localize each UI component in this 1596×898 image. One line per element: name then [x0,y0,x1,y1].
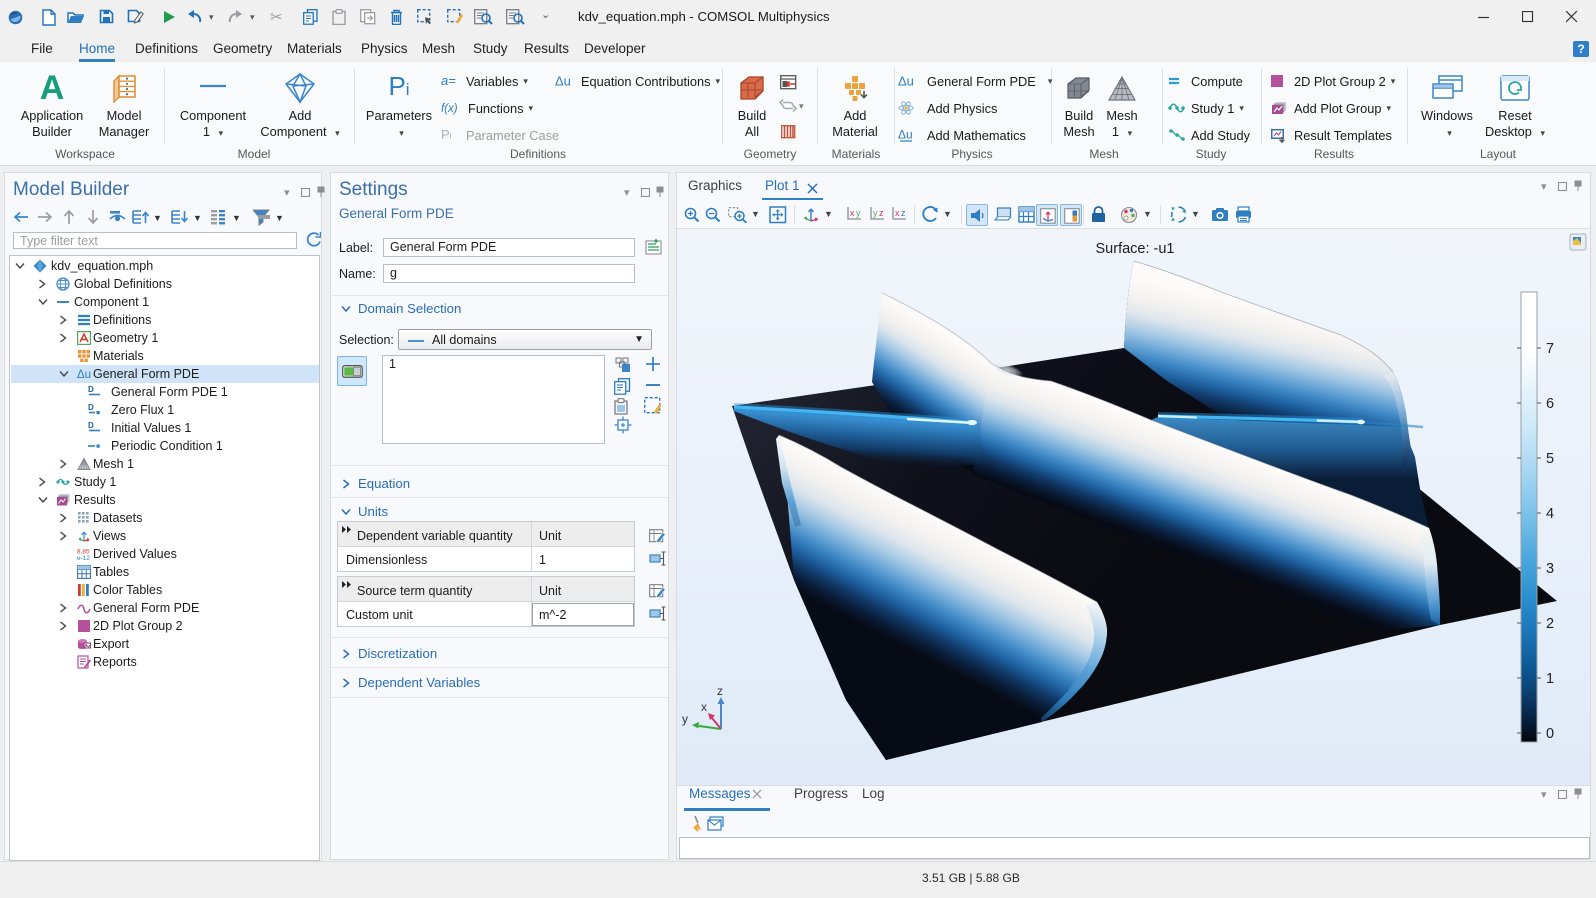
svg-text:Δu: Δu [555,74,571,88]
svg-text:a=: a= [441,74,456,88]
svg-text:4: 4 [1546,506,1554,522]
svg-text:y: y [682,712,688,726]
svg-text:f(x): f(x) [441,103,458,115]
svg-text:6: 6 [1546,396,1554,412]
svg-text:Δu: Δu [77,369,91,381]
svg-text:Δu: Δu [898,74,914,88]
svg-text:x: x [895,208,900,218]
svg-text:z: z [901,208,906,218]
svg-text:e-12: e-12 [77,555,90,561]
svg-text:3: 3 [1546,561,1554,577]
svg-text:y: y [873,208,878,218]
svg-text:5: 5 [1546,451,1554,467]
svg-text:Pi: Pi [441,128,452,142]
svg-text:Δu: Δu [898,128,913,142]
svg-text:x: x [701,700,707,714]
svg-text:2: 2 [1546,616,1554,632]
svg-text:z: z [717,684,723,698]
svg-text:0: 0 [1546,726,1554,742]
svg-text:D: D [88,403,94,412]
svg-text:x: x [850,208,855,218]
svg-text:7: 7 [1546,341,1554,357]
svg-text:D: D [88,385,94,394]
svg-text:D: D [88,421,94,430]
svg-text:y: y [856,208,861,218]
svg-text:Surface: -u1: Surface: -u1 [1096,241,1175,257]
svg-text:z: z [879,208,884,218]
svg-text:1: 1 [1546,671,1554,687]
